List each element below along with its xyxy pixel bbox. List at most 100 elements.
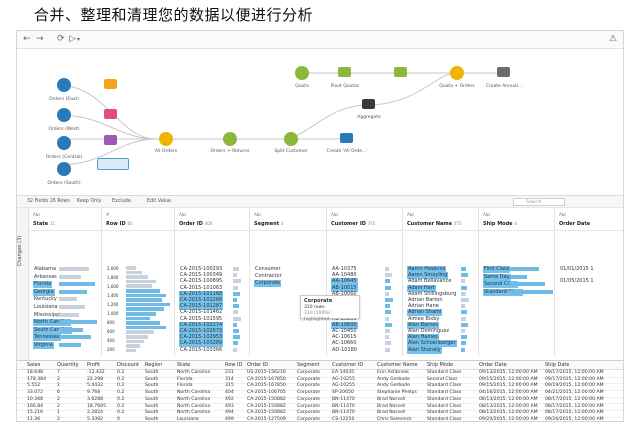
clean-step-south-selected[interactable] xyxy=(97,158,129,170)
profile-value[interactable]: Corporate xyxy=(254,280,281,287)
profile-value[interactable]: Tennessee xyxy=(33,334,62,342)
profile-card-customer-name[interactable]: Abc Customer Name 375 Aaron Hawkins Aaron… xyxy=(403,208,479,356)
grid-column-header[interactable]: Customer ID xyxy=(332,362,363,369)
quota-orders-join-node[interactable] xyxy=(450,66,464,80)
value-bar xyxy=(233,304,239,309)
input-node-south[interactable] xyxy=(57,162,71,176)
segment-tooltip: Corporate 310 rows 310 (100%) highlighte… xyxy=(300,295,360,322)
table-row[interactable]: 11.36 2 5.3392 0 South Louisiana 499 CA-2015-12… xyxy=(17,416,623,422)
back-icon[interactable]: ← xyxy=(23,34,31,45)
step-label-create-annual: Create Annual... xyxy=(485,84,523,89)
profile-value[interactable]: Alabama xyxy=(33,266,57,273)
type-label: Abc xyxy=(33,212,41,217)
grid-column-header[interactable]: Profit xyxy=(87,362,100,369)
value-bar xyxy=(233,335,240,340)
keep-only-button[interactable]: Keep Only xyxy=(77,199,101,204)
grid-column-header[interactable]: Customer Name xyxy=(377,362,418,369)
value-bar xyxy=(233,322,237,327)
grid-column-header[interactable]: Discount xyxy=(117,362,139,369)
profile-value[interactable]: Same Day xyxy=(483,273,511,281)
output-node-all-orders[interactable] xyxy=(340,133,353,143)
chevron-down-icon[interactable]: ▾ xyxy=(77,34,80,45)
edit-value-button[interactable]: Edit Value xyxy=(147,199,171,204)
changes-tab[interactable]: Changes (3) xyxy=(17,208,29,360)
grid-column-header[interactable]: Row ID xyxy=(225,362,242,369)
profile-card-row-id[interactable]: # Row ID 85 2,000 1,800 1,600 1,400 1,200 1,0… xyxy=(102,208,175,356)
grid-column-header[interactable]: Sales xyxy=(27,362,40,369)
histogram-bar xyxy=(126,339,144,344)
profile-value[interactable]: Alan Shonely xyxy=(407,346,442,354)
profile-card-order-id[interactable]: Abc Order ID 400 CA-2015-100293 CA-2015-1… xyxy=(175,208,250,356)
profile-value[interactable]: Mississippi xyxy=(33,312,62,319)
search-input[interactable]: Search xyxy=(513,198,565,206)
value-bar xyxy=(461,279,465,284)
profile-value[interactable]: Louisiana xyxy=(33,304,59,311)
grid-column-header[interactable]: Segment xyxy=(297,362,320,369)
exclude-button[interactable]: Exclude xyxy=(112,199,131,204)
histogram-bar xyxy=(126,316,150,321)
pivot-node[interactable] xyxy=(338,67,351,77)
join-node-returns[interactable] xyxy=(223,132,237,146)
profile-value[interactable]: Kentucky xyxy=(33,296,58,303)
profile-value[interactable]: Arkansas xyxy=(33,274,58,281)
profile-value[interactable]: Contractor xyxy=(254,273,283,280)
value-bar xyxy=(461,335,467,340)
profile-card-state[interactable]: Abc State 11 Alabama Arkansas Florida Georg… xyxy=(29,208,102,356)
axis-tick: 1,600 xyxy=(107,284,119,289)
clean-step-east[interactable] xyxy=(104,79,117,89)
table-cell: CA-2015-127509 xyxy=(247,416,286,422)
value-bar xyxy=(233,329,239,333)
grid-column-header[interactable]: Order Date xyxy=(479,362,507,369)
profile-value[interactable]: Virginia xyxy=(33,342,54,349)
quota-clean-node[interactable] xyxy=(394,67,407,77)
table-cell: Standard Class xyxy=(427,416,462,422)
grid-column-header[interactable]: State xyxy=(177,362,190,369)
grid-column-header[interactable]: Order ID xyxy=(247,362,268,369)
profile-card-segment[interactable]: Abc Segment 3 Consumer Contractor Corporat… xyxy=(250,208,327,356)
clean-step-west[interactable] xyxy=(104,109,117,119)
value-bar xyxy=(509,282,545,286)
refresh-icon[interactable]: ⟳ xyxy=(57,34,65,45)
axis-tick: 1,200 xyxy=(107,302,119,307)
profile-card-order-date[interactable]: Abc Order Date 01/01/2015 1 01/05/2015 1 xyxy=(555,208,623,356)
forward-icon[interactable]: → xyxy=(36,34,44,45)
profile-value[interactable]: AD-10180 xyxy=(331,347,358,354)
grid-column-header[interactable]: Ship Mode xyxy=(427,362,453,369)
profile-value[interactable]: Florida xyxy=(33,281,53,289)
grid-column-header[interactable]: Region xyxy=(145,362,162,369)
quota-input-node[interactable] xyxy=(295,66,309,80)
union-node[interactable] xyxy=(159,132,173,146)
value-bar xyxy=(461,273,468,278)
value-bar xyxy=(385,285,391,290)
step-label-aggregate: Aggregate xyxy=(357,115,381,120)
output-node-annual[interactable] xyxy=(497,67,510,77)
split-customer-node[interactable] xyxy=(284,132,298,146)
value-bar xyxy=(461,304,465,309)
value-bar xyxy=(59,297,77,302)
profile-value[interactable]: First Class xyxy=(483,266,511,273)
input-node-central[interactable] xyxy=(57,136,71,150)
input-node-west[interactable] xyxy=(57,108,71,122)
profile-value[interactable]: 01/01/2015 1 xyxy=(559,266,595,273)
profile-value[interactable]: 01/05/2015 1 xyxy=(559,278,595,285)
axis-tick: 2,000 xyxy=(107,266,119,271)
grid-column-header[interactable]: Quantity xyxy=(57,362,79,369)
histogram-bar xyxy=(126,312,156,316)
value-bar xyxy=(385,329,390,333)
alert-icon[interactable]: ⚠ xyxy=(609,34,617,45)
value-bar xyxy=(461,298,469,302)
profile-value[interactable]: Georgia xyxy=(33,288,55,296)
grid-column-header[interactable]: Ship Date xyxy=(545,362,569,369)
profile-card-ship-mode[interactable]: Abc Ship Mode 4 First Class Same Day Secon… xyxy=(479,208,555,356)
histogram-bar xyxy=(126,279,156,284)
profile-value[interactable]: Consumer xyxy=(254,266,282,273)
value-bar xyxy=(233,273,237,278)
clean-step-central[interactable] xyxy=(104,135,117,145)
input-node-east[interactable] xyxy=(57,78,71,92)
field-name-state: State 11 xyxy=(33,221,55,227)
profile-card-customer-id[interactable]: Abc Customer ID 375 AA-10375 AA-10480 AA-1… xyxy=(327,208,403,356)
profile-value[interactable]: CA-2015-103366 xyxy=(179,347,223,354)
aggregate-node[interactable] xyxy=(362,99,375,109)
run-icon[interactable]: ▷ xyxy=(69,34,76,45)
value-bar xyxy=(59,289,87,294)
